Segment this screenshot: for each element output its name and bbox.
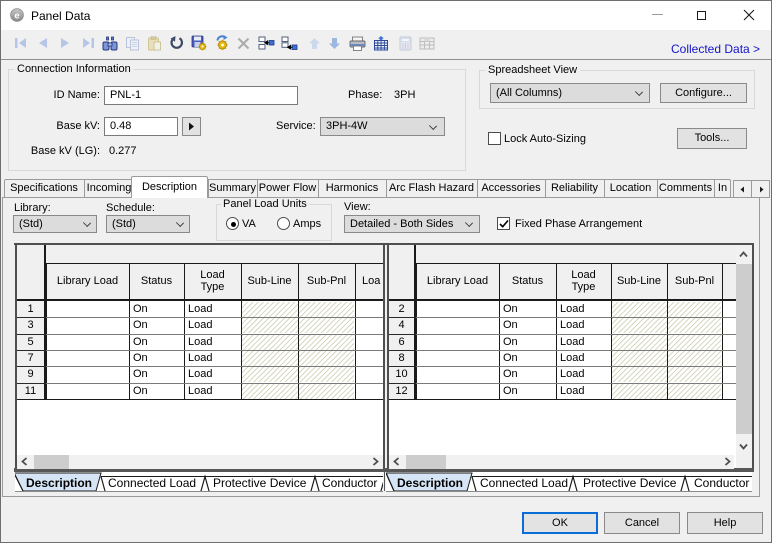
svg-text:Connected Load: Connected Load (108, 476, 196, 490)
svg-text:Description: Description (26, 476, 92, 490)
svg-text:Conductor: Conductor (694, 476, 749, 490)
svg-text:Conductor: Conductor (322, 476, 377, 490)
svg-text:Protective Device: Protective Device (583, 476, 677, 490)
svg-text:Description: Description (397, 476, 463, 490)
svg-text:Connected Load: Connected Load (480, 476, 568, 490)
svg-text:Protective Device: Protective Device (213, 476, 307, 490)
svg-text:e: e (14, 10, 19, 21)
